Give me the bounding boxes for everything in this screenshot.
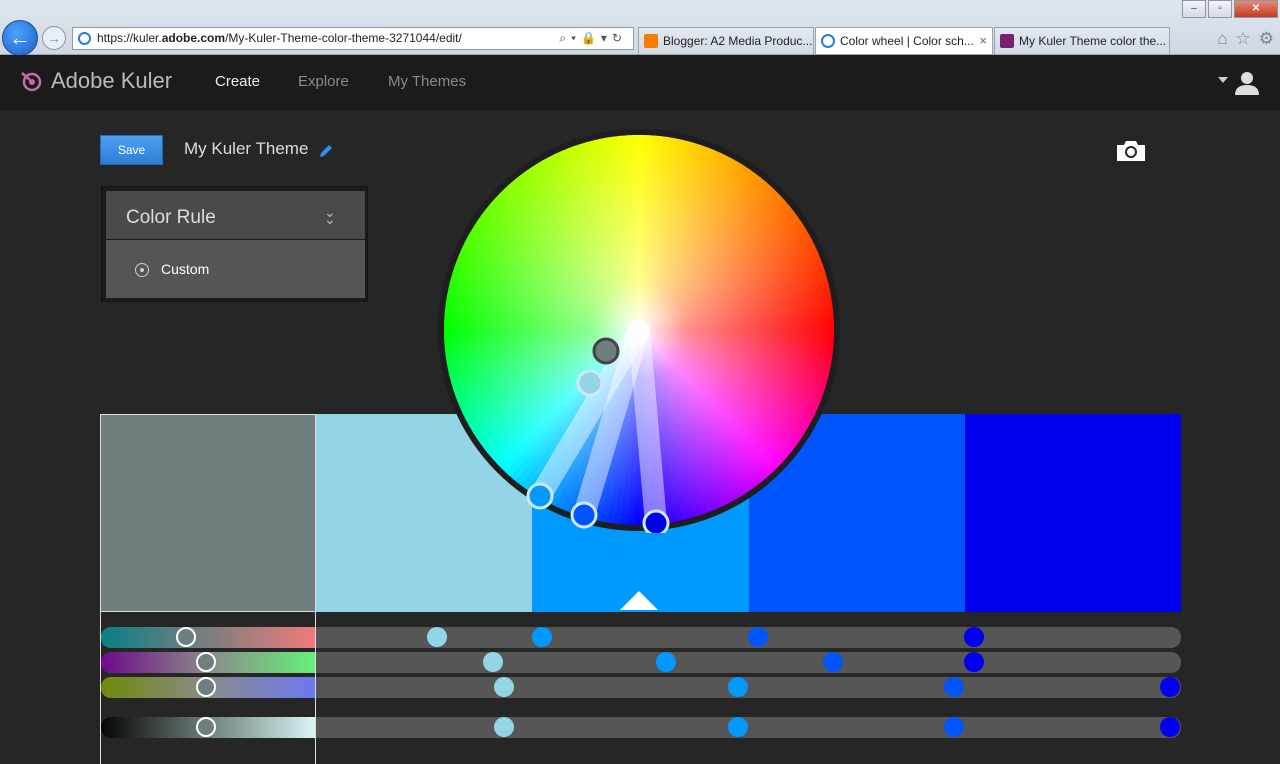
base-color-marker-icon xyxy=(620,591,658,610)
slider-value-dot[interactable] xyxy=(494,717,514,737)
slider-value-dot[interactable] xyxy=(964,652,984,672)
slider-knob[interactable] xyxy=(196,677,216,697)
browser-tools: ⌂ ☆ ⚙ xyxy=(1217,29,1274,49)
settings-gear-icon[interactable]: ⚙ xyxy=(1259,29,1274,49)
back-button[interactable]: ← xyxy=(2,20,38,56)
url-domain: adobe.com xyxy=(161,31,226,45)
tab-label: Color wheel | Color sch... xyxy=(840,34,974,48)
slider-value-dot[interactable] xyxy=(532,627,552,647)
app-header: Adobe Kuler Create Explore My Themes xyxy=(0,55,1280,110)
url-path: /My-Kuler-Theme-color-theme-3271044/edit… xyxy=(225,31,462,45)
color-rule-title: Color Rule xyxy=(126,207,216,228)
slider-value-dot[interactable] xyxy=(427,627,447,647)
slider-value-dot[interactable] xyxy=(1160,717,1180,737)
slider-value-dot[interactable] xyxy=(656,652,676,672)
arrow-left-icon: ← xyxy=(9,25,31,50)
app-logo-text[interactable]: Adobe Kuler xyxy=(51,68,172,94)
nav-explore[interactable]: Explore xyxy=(298,73,349,90)
wheel-color-handle[interactable] xyxy=(642,509,670,533)
wheel-color-handle[interactable] xyxy=(526,482,554,510)
favorites-star-icon[interactable]: ☆ xyxy=(1236,29,1251,49)
slider-value-dot[interactable] xyxy=(1160,677,1180,697)
home-icon[interactable]: ⌂ xyxy=(1217,29,1227,49)
blogger-icon xyxy=(644,34,658,48)
address-bar[interactable]: https://kuler.adobe.com/My-Kuler-Theme-c… xyxy=(72,27,634,50)
tab-color-wheel[interactable]: Color wheel | Color sch... × xyxy=(815,27,993,54)
slider-knob[interactable] xyxy=(176,627,196,647)
maximize-button[interactable]: ▫ xyxy=(1208,0,1232,18)
slider-value-dot[interactable] xyxy=(823,652,843,672)
camera-icon[interactable] xyxy=(1115,139,1147,163)
slider-value-dot[interactable] xyxy=(964,627,984,647)
forward-button[interactable]: → xyxy=(42,26,66,50)
kuler-favicon-icon xyxy=(1000,34,1014,48)
slider-value-dot[interactable] xyxy=(483,652,503,672)
wheel-color-handle[interactable] xyxy=(570,501,598,529)
user-menu-caret-icon[interactable] xyxy=(1218,77,1228,83)
chevron-double-down-icon[interactable]: ⌄ ⌄ xyxy=(324,205,336,226)
browser-chrome: ← → https://kuler.adobe.com/My-Kuler-The… xyxy=(0,0,1280,56)
slider-value-dot[interactable] xyxy=(944,717,964,737)
nav-my-themes[interactable]: My Themes xyxy=(388,73,466,90)
slider-value-dot[interactable] xyxy=(728,677,748,697)
nav-create[interactable]: Create xyxy=(215,73,260,90)
wheel-color-handle[interactable] xyxy=(576,369,604,397)
tab-label: My Kuler Theme color the... xyxy=(1019,34,1167,48)
slider-value-dot[interactable] xyxy=(748,627,768,647)
slider-gradient xyxy=(101,627,315,648)
minimize-button[interactable]: – xyxy=(1182,0,1206,18)
slider-knob[interactable] xyxy=(196,652,216,672)
kuler-logo-icon[interactable] xyxy=(20,71,42,93)
color-slider[interactable] xyxy=(101,717,1181,738)
user-avatar-icon[interactable] xyxy=(1233,71,1261,95)
address-tools-icons[interactable]: ⌕▾🔒▾↻ xyxy=(559,28,627,49)
color-wheel[interactable] xyxy=(436,127,842,533)
slider-value-dot[interactable] xyxy=(944,677,964,697)
color-rule-option-custom[interactable]: Custom xyxy=(161,261,209,277)
color-slider[interactable] xyxy=(101,677,1181,698)
close-window-button[interactable]: ✕ xyxy=(1234,0,1278,18)
slider-knob[interactable] xyxy=(196,717,216,737)
color-swatch[interactable] xyxy=(100,414,317,612)
color-rule-options: Custom xyxy=(106,240,365,298)
wheel-color-handle[interactable] xyxy=(592,337,620,365)
color-swatch[interactable] xyxy=(964,414,1182,612)
custom-radio[interactable] xyxy=(135,263,149,277)
arrow-right-icon: → xyxy=(47,30,61,46)
close-tab-icon[interactable]: × xyxy=(979,28,987,54)
tab-blogger[interactable]: Blogger: A2 Media Produc... xyxy=(638,27,814,54)
slider-value-dot[interactable] xyxy=(494,677,514,697)
color-rule-panel: Color Rule ⌄ ⌄ Custom xyxy=(101,186,368,302)
window-controls: – ▫ ✕ xyxy=(1182,0,1278,18)
tab-my-kuler-theme[interactable]: My Kuler Theme color the... xyxy=(994,27,1170,54)
pencil-edit-icon[interactable] xyxy=(318,143,334,159)
url-prefix: https://kuler. xyxy=(97,31,162,45)
color-slider[interactable] xyxy=(101,652,1181,673)
color-slider[interactable] xyxy=(101,627,1181,648)
tab-label: Blogger: A2 Media Produc... xyxy=(663,34,813,48)
slider-value-dot[interactable] xyxy=(728,717,748,737)
color-rule-header[interactable]: Color Rule ⌄ ⌄ xyxy=(106,191,365,239)
save-button[interactable]: Save xyxy=(100,135,163,165)
ie-favicon-icon xyxy=(821,34,835,48)
ie-favicon-icon xyxy=(78,32,91,45)
theme-name[interactable]: My Kuler Theme xyxy=(184,139,308,159)
